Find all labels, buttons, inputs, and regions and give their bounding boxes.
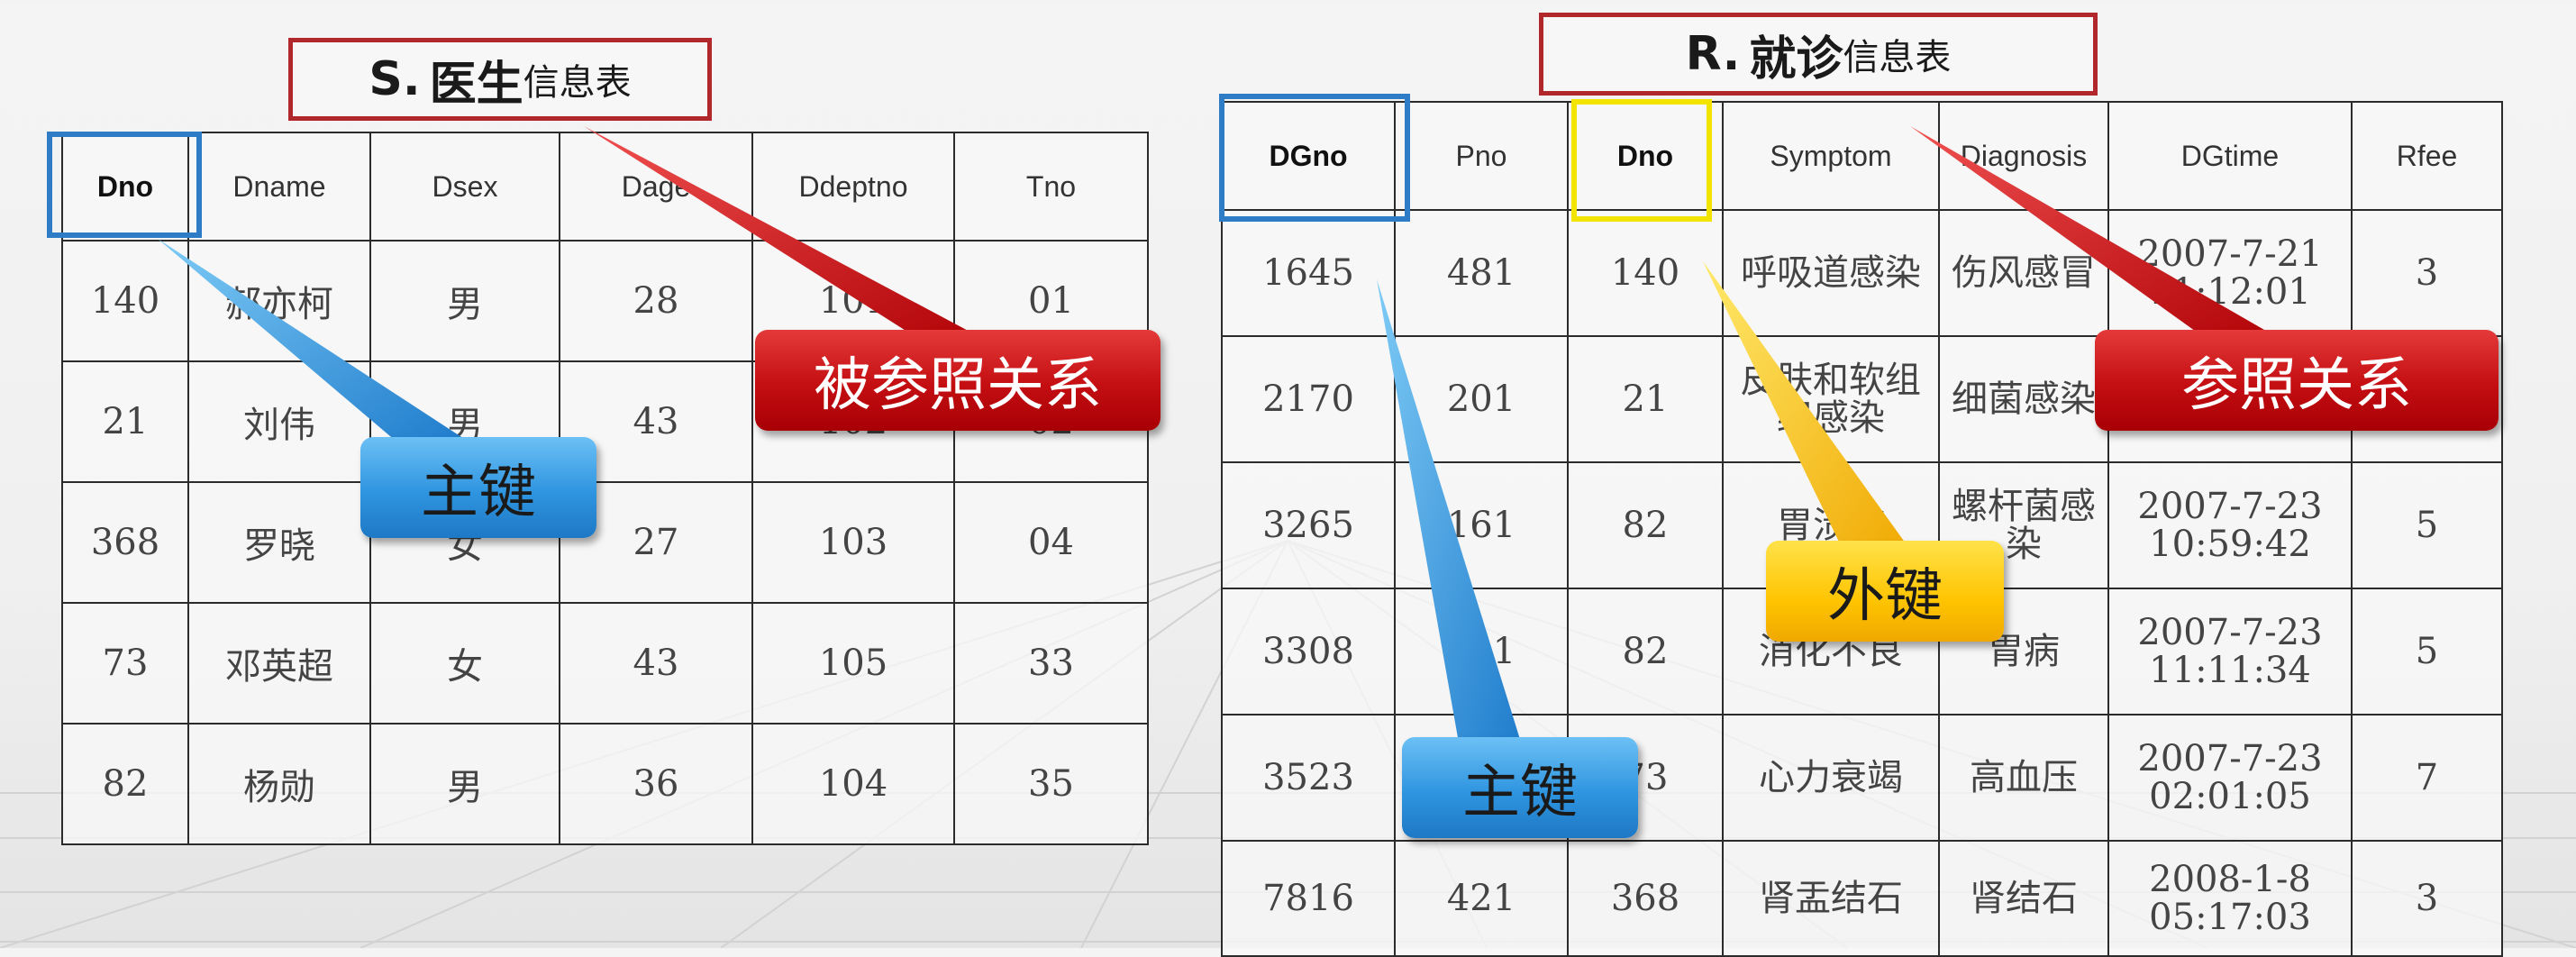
- foreign-key-label: 外键: [1766, 541, 2004, 642]
- referencing-relation-pointer: [1910, 126, 2271, 333]
- primary-key-right-label: 主键: [1402, 737, 1638, 838]
- primary-key-right-pointer: [1377, 279, 1523, 748]
- primary-key-left-pointer: [158, 239, 469, 442]
- referencing-relation-label: 参照关系: [2095, 330, 2499, 431]
- foreign-key-pointer: [1703, 261, 1910, 568]
- primary-key-left-label: 主键: [360, 437, 596, 538]
- referenced-relation-label: 被参照关系: [755, 330, 1161, 431]
- referenced-relation-pointer: [584, 126, 973, 333]
